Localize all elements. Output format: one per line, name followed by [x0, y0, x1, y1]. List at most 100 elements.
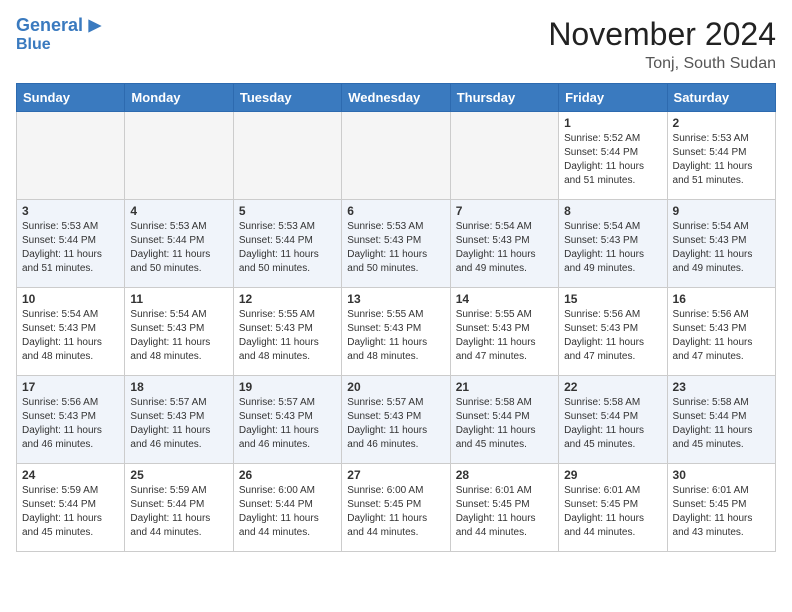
day-number: 11: [130, 292, 227, 306]
day-info: Sunrise: 5:56 AMSunset: 5:43 PMDaylight:…: [564, 308, 661, 364]
day-number: 9: [673, 204, 770, 218]
page-header: General Blue November 2024 Tonj, South S…: [16, 16, 776, 73]
day-number: 3: [22, 204, 119, 218]
day-number: 28: [456, 468, 553, 482]
title-block: November 2024 Tonj, South Sudan: [548, 16, 776, 73]
calendar-week-row: 1 Sunrise: 5:52 AMSunset: 5:44 PMDaylight…: [17, 112, 776, 200]
calendar-cell: 6 Sunrise: 5:53 AMSunset: 5:43 PMDaylight…: [342, 200, 450, 288]
calendar-week-row: 17 Sunrise: 5:56 AMSunset: 5:43 PMDayligh…: [17, 376, 776, 464]
day-number: 18: [130, 380, 227, 394]
day-info: Sunrise: 5:54 AMSunset: 5:43 PMDaylight:…: [673, 220, 770, 276]
logo-blue: Blue: [16, 36, 105, 54]
calendar-week-row: 24 Sunrise: 5:59 AMSunset: 5:44 PMDayligh…: [17, 464, 776, 552]
day-number: 25: [130, 468, 227, 482]
calendar-cell: [125, 112, 233, 200]
calendar-cell: 10 Sunrise: 5:54 AMSunset: 5:43 PMDayligh…: [17, 288, 125, 376]
weekday-header: Sunday: [17, 84, 125, 112]
day-info: Sunrise: 5:53 AMSunset: 5:44 PMDaylight:…: [673, 132, 770, 188]
calendar-cell: 27 Sunrise: 6:00 AMSunset: 5:45 PMDayligh…: [342, 464, 450, 552]
day-info: Sunrise: 6:00 AMSunset: 5:44 PMDaylight:…: [239, 484, 336, 540]
day-number: 24: [22, 468, 119, 482]
calendar-cell: 1 Sunrise: 5:52 AMSunset: 5:44 PMDaylight…: [559, 112, 667, 200]
day-info: Sunrise: 5:55 AMSunset: 5:43 PMDaylight:…: [347, 308, 444, 364]
day-number: 5: [239, 204, 336, 218]
weekday-header: Friday: [559, 84, 667, 112]
calendar-cell: 22Sunrise: 5:58 AMSunset: 5:44 PMDayligh…: [559, 376, 667, 464]
calendar-cell: 18 Sunrise: 5:57 AMSunset: 5:43 PMDayligh…: [125, 376, 233, 464]
day-info: Sunrise: 6:00 AMSunset: 5:45 PMDaylight:…: [347, 484, 444, 540]
day-info: Sunrise: 5:58 AMSunset: 5:44 PMDaylight:…: [564, 396, 661, 452]
calendar-cell: 17 Sunrise: 5:56 AMSunset: 5:43 PMDayligh…: [17, 376, 125, 464]
day-number: 14: [456, 292, 553, 306]
day-info: Sunrise: 5:54 AMSunset: 5:43 PMDaylight:…: [22, 308, 119, 364]
calendar-cell: 21 Sunrise: 5:58 AMSunset: 5:44 PMDayligh…: [450, 376, 558, 464]
calendar-cell: 13 Sunrise: 5:55 AMSunset: 5:43 PMDayligh…: [342, 288, 450, 376]
calendar-cell: 7 Sunrise: 5:54 AMSunset: 5:43 PMDaylight…: [450, 200, 558, 288]
calendar-cell: 26 Sunrise: 6:00 AMSunset: 5:44 PMDayligh…: [233, 464, 341, 552]
day-info: Sunrise: 6:01 AMSunset: 5:45 PMDaylight:…: [564, 484, 661, 540]
day-number: 13: [347, 292, 444, 306]
calendar-cell: 4Sunrise: 5:53 AMSunset: 5:44 PMDaylight…: [125, 200, 233, 288]
location-title: Tonj, South Sudan: [548, 55, 776, 73]
day-info: Sunrise: 5:59 AMSunset: 5:44 PMDaylight:…: [22, 484, 119, 540]
day-info: Sunrise: 5:52 AMSunset: 5:44 PMDaylight:…: [564, 132, 661, 188]
day-number: 20: [347, 380, 444, 394]
calendar-cell: 9 Sunrise: 5:54 AMSunset: 5:43 PMDaylight…: [667, 200, 775, 288]
day-info: Sunrise: 5:54 AMSunset: 5:43 PMDaylight:…: [456, 220, 553, 276]
weekday-header: Tuesday: [233, 84, 341, 112]
day-info: Sunrise: 5:57 AMSunset: 5:43 PMDaylight:…: [239, 396, 336, 452]
calendar-cell: 15 Sunrise: 5:56 AMSunset: 5:43 PMDayligh…: [559, 288, 667, 376]
weekday-header: Thursday: [450, 84, 558, 112]
calendar-header-row: SundayMondayTuesdayWednesdayThursdayFrid…: [17, 84, 776, 112]
day-info: Sunrise: 5:55 AMSunset: 5:43 PMDaylight:…: [456, 308, 553, 364]
day-info: Sunrise: 5:57 AMSunset: 5:43 PMDaylight:…: [347, 396, 444, 452]
calendar-cell: [17, 112, 125, 200]
logo-text: General: [16, 16, 83, 36]
weekday-header: Wednesday: [342, 84, 450, 112]
day-number: 6: [347, 204, 444, 218]
day-number: 27: [347, 468, 444, 482]
calendar-cell: 24 Sunrise: 5:59 AMSunset: 5:44 PMDayligh…: [17, 464, 125, 552]
calendar-cell: [342, 112, 450, 200]
day-info: Sunrise: 6:01 AMSunset: 5:45 PMDaylight:…: [456, 484, 553, 540]
day-info: Sunrise: 5:56 AMSunset: 5:43 PMDaylight:…: [22, 396, 119, 452]
logo: General Blue: [16, 16, 105, 54]
day-number: 15: [564, 292, 661, 306]
day-info: Sunrise: 5:55 AMSunset: 5:43 PMDaylight:…: [239, 308, 336, 364]
day-number: 1: [564, 116, 661, 130]
day-number: 30: [673, 468, 770, 482]
day-number: 8: [564, 204, 661, 218]
day-number: 7: [456, 204, 553, 218]
day-info: Sunrise: 5:57 AMSunset: 5:43 PMDaylight:…: [130, 396, 227, 452]
day-number: 10: [22, 292, 119, 306]
month-title: November 2024: [548, 16, 776, 53]
calendar-cell: 3 Sunrise: 5:53 AMSunset: 5:44 PMDaylight…: [17, 200, 125, 288]
day-number: 4: [130, 204, 227, 218]
day-number: 29: [564, 468, 661, 482]
day-number: 19: [239, 380, 336, 394]
calendar-cell: 20 Sunrise: 5:57 AMSunset: 5:43 PMDayligh…: [342, 376, 450, 464]
day-number: 12: [239, 292, 336, 306]
day-info: Sunrise: 5:56 AMSunset: 5:43 PMDaylight:…: [673, 308, 770, 364]
day-number: 16: [673, 292, 770, 306]
day-number: 26: [239, 468, 336, 482]
calendar-cell: 5Sunrise: 5:53 AMSunset: 5:44 PMDaylight…: [233, 200, 341, 288]
day-info: Sunrise: 6:01 AMSunset: 5:45 PMDaylight:…: [673, 484, 770, 540]
calendar-cell: 29 Sunrise: 6:01 AMSunset: 5:45 PMDayligh…: [559, 464, 667, 552]
day-info: Sunrise: 5:54 AMSunset: 5:43 PMDaylight:…: [564, 220, 661, 276]
day-info: Sunrise: 5:53 AMSunset: 5:44 PMDaylight:…: [22, 220, 119, 276]
day-number: 21: [456, 380, 553, 394]
day-info: Sunrise: 5:58 AMSunset: 5:44 PMDaylight:…: [673, 396, 770, 452]
calendar-cell: 19 Sunrise: 5:57 AMSunset: 5:43 PMDayligh…: [233, 376, 341, 464]
calendar-week-row: 10 Sunrise: 5:54 AMSunset: 5:43 PMDayligh…: [17, 288, 776, 376]
calendar-cell: 8 Sunrise: 5:54 AMSunset: 5:43 PMDaylight…: [559, 200, 667, 288]
logo-icon: [85, 16, 105, 36]
calendar-cell: [233, 112, 341, 200]
calendar-week-row: 3 Sunrise: 5:53 AMSunset: 5:44 PMDaylight…: [17, 200, 776, 288]
day-info: Sunrise: 5:53 AMSunset: 5:43 PMDaylight:…: [347, 220, 444, 276]
day-number: 17: [22, 380, 119, 394]
day-number: 23: [673, 380, 770, 394]
day-number: 2: [673, 116, 770, 130]
day-info: Sunrise: 5:58 AMSunset: 5:44 PMDaylight:…: [456, 396, 553, 452]
calendar-cell: 12 Sunrise: 5:55 AMSunset: 5:43 PMDayligh…: [233, 288, 341, 376]
